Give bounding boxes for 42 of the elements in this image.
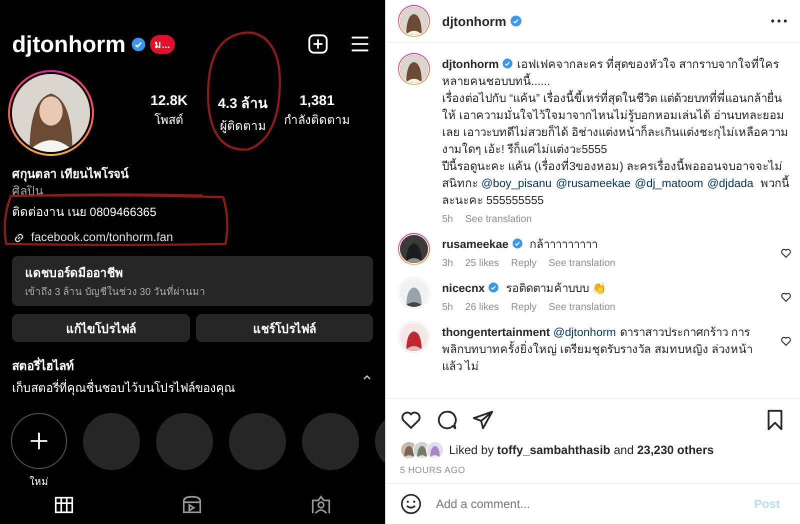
caption-username[interactable]: djtonhorm [442, 59, 499, 71]
post-time: 5 HOURS AGO [399, 464, 466, 477]
mention-link[interactable]: @boy_pisanu [481, 178, 552, 190]
caption-text: เรื่องต่อไปกับ “แค้น” เรื่องนี้ขี้เหร่ที่สุดในชีวิต แต่ด้วยบทที่พี่แอนกล้ายื่นให้ เอาความมั่นใจไว้ใจมาจากไหนไม่รู้บอกหอมเล่นได้ อ่านบทละยอมเลย เอาวะบทดีไม่สวยก็ได้ อิช่างแต่งหน้าก็ละเกินแต่งชะกุไม่เหลือความงามใดๆ เอ้ะ! รีก็แค่ไม่แต่งวะ5555 [442, 91, 792, 159]
mention-link[interactable]: @rusameekae [556, 178, 631, 190]
comment-time: 5h [442, 302, 454, 313]
comment-username[interactable]: thongentertainment [442, 327, 550, 339]
comment-text: nicecnx รอติดตามค้าบบบ 👏 [442, 281, 608, 297]
stat-label[interactable]: ผู้ติดตาม [220, 116, 266, 134]
stat-label[interactable]: โพสต์ [154, 110, 184, 128]
comment-text: thongentertainment @djtonhorm ดาราสาวประกาศกร้าว การพลิกบทบาทครั้งยิ่งใหญ่ เตรียมชุดรับรางวัล สมทบหญิง ล่วงหน้าแล้ว ไม่ [442, 326, 754, 375]
notification-badge[interactable]: ม... [150, 34, 176, 54]
stat-label[interactable]: กำลังติดตาม [284, 110, 350, 128]
post-username[interactable]: djtonhorm [442, 14, 506, 28]
mention-link[interactable]: @djdada [707, 178, 754, 190]
comment-input[interactable]: Add a comment... [434, 496, 748, 512]
liked-by-text: Liked by toffy_sambahthasib and 23,230 others [449, 443, 714, 457]
full-name: ศกุนตลา เทียนไพโรจน์ [12, 166, 130, 183]
highlights-title: สตอรี่ไฮไลท์ [12, 356, 75, 375]
stat-value: 1,381 [299, 92, 335, 108]
comment-time: 3h [442, 258, 454, 269]
stat-value: 4.3 ล้าน [218, 94, 268, 112]
caption-text: djtonhorm เอฟเฟคจากละคร ที่สุดของหัวใจ สากราบจากใจที่ใครหลายคนชอบบทนี้...... [442, 57, 792, 91]
comment-text: rusameekae กล้าาาาาาาาา [442, 237, 599, 253]
bio-text: ติดต่องาน เนย 0809466365 [12, 204, 158, 221]
profile-link[interactable]: facebook.com/tonhorm.fan [31, 229, 174, 246]
category-label: ศิลปิน [12, 183, 44, 200]
profile-button[interactable]: แชร์โปรไฟล์ [196, 314, 373, 342]
highlights-subtitle: เก็บสตอรี่ที่คุณชื่นชอบไว้บนโปรไฟล์ของคุณ [12, 378, 236, 397]
comment-time: 5h [442, 214, 454, 225]
comment-username[interactable]: rusameekae [442, 239, 508, 251]
dashboard-card[interactable]: แดชบอร์ดมืออาชีพ เข้าถึง 3 ล้าน บัญชีในช่วง 30 วันที่ผ่านมา [12, 256, 373, 306]
stat-value: 12.8K [150, 92, 188, 108]
mention-link[interactable]: @dj_matoom [634, 178, 704, 190]
highlight-label: ใหม่ [30, 475, 48, 489]
comment-username[interactable]: nicecnx [442, 283, 485, 295]
mention-link[interactable]: @djtonhorm [553, 327, 616, 339]
caption-text: ปีนี้รอดูนะคะ แค้น (เรื่องที่3ของหอม) ละครเรื่องนี้พอออนจบอาจจะไม่สนิทกะ @boy_pisanu @rusameekae @dj_matoom @djdada พวกนี้ละนะคะ 555555555 [442, 159, 792, 210]
profile-button[interactable]: แก้ไขโปรไฟล์ [12, 314, 190, 342]
dashboard-subtitle: เข้าถึง 3 ล้าน บัญชีในช่วง 30 วันที่ผ่านมา [25, 284, 360, 299]
profile-username: djtonhorm [12, 30, 126, 58]
dashboard-title: แดชบอร์ดมืออาชีพ [25, 265, 124, 282]
